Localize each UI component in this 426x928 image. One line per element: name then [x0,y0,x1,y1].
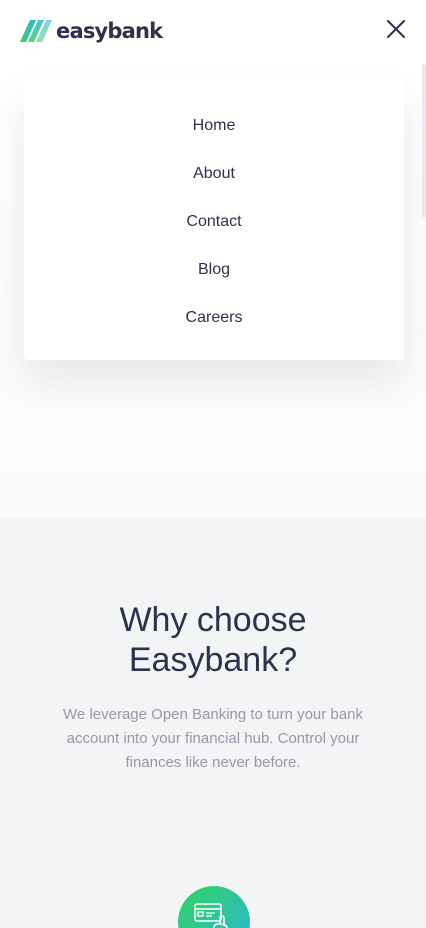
logo-text: easybank [56,19,163,43]
mobile-nav-menu: Home About Contact Blog Careers [24,80,404,360]
scrollbar-thumb[interactable] [422,64,426,218]
nav-item-about[interactable]: About [24,163,404,185]
section-description: We leverage Open Banking to turn your ba… [63,706,363,771]
close-menu-button[interactable] [386,19,406,39]
logo-mark-icon [20,20,52,42]
online-banking-icon [178,886,250,928]
section-title: Why choose Easybank? [119,601,307,679]
close-icon [387,20,405,38]
site-header: easybank [0,0,426,64]
nav-item-careers[interactable]: Careers [24,307,404,329]
nav-item-contact[interactable]: Contact [24,211,404,233]
page: easybank Home About Contact Blog Careers… [0,0,426,928]
nav-item-home[interactable]: Home [24,115,404,137]
easybank-logo[interactable]: easybank [20,19,163,43]
why-choose-section: Why choose Easybank? We leverage Open Ba… [0,518,426,928]
nav-item-blog[interactable]: Blog [24,259,404,281]
